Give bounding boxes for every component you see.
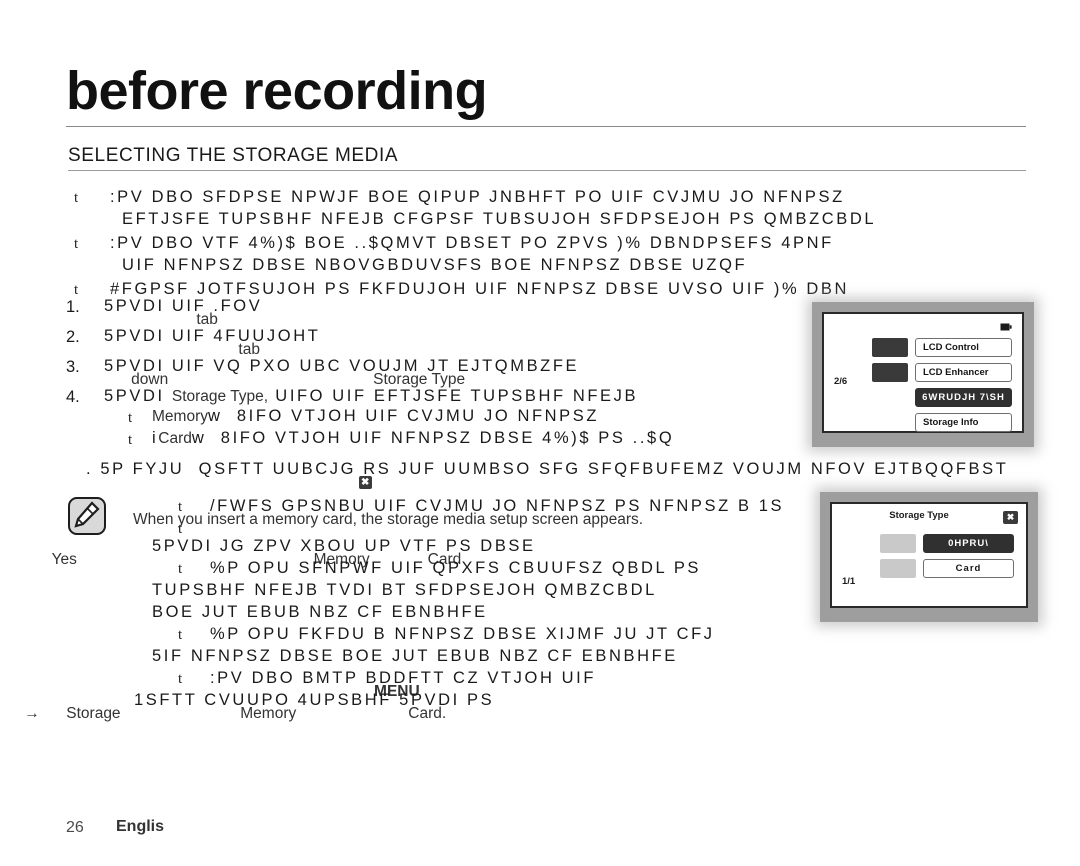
menu-row[interactable]: Storage Info xyxy=(872,413,1012,432)
substep-text: Memoryw 8IFO VTJOH UIF CVJMU JO NFNPSZ xyxy=(152,407,599,426)
step-shifted-text: 5PVDI UIF 4FUUJOHT xyxy=(104,327,321,345)
menu-screen-frame: 2/6 LCD Control LCD Enhancer 6WRUDJH 7\S… xyxy=(822,312,1024,433)
row-thumbnail xyxy=(872,338,908,357)
screen-label-card: Card xyxy=(158,430,192,447)
screen-label-storage-type: Storage Type, xyxy=(171,388,269,405)
storage-screen-frame: Storage Type ✖ 1/1 0HPRU\ Card xyxy=(830,502,1028,608)
screen-label-storage: Storage xyxy=(66,705,121,722)
storage-type-screenshot: Storage Type ✖ 1/1 0HPRU\ Card xyxy=(820,492,1038,622)
note-line: %P OPU SFNPWF UIF QPXFS CBUUFSZ QBDL PS xyxy=(210,559,702,577)
memo-pencil-icon xyxy=(68,497,106,535)
step-text: 5PVDI Storage Type, UIFO UIF EFTJSFE TUP… xyxy=(104,387,638,406)
menu-row[interactable]: LCD Control xyxy=(872,338,1012,357)
bullet-marker: t xyxy=(128,410,133,426)
row-thumbnail xyxy=(880,534,916,553)
substep-shifted-text: 8IFO VTJOH UIF CVJMU JO NFNPSZ xyxy=(236,407,600,425)
section-divider xyxy=(68,170,1026,171)
note-line: %P OPU FKFDU B NFNPSZ DBSE XIJMF JU JT C… xyxy=(210,625,715,643)
bullet-marker: t xyxy=(74,236,79,252)
bullet-marker: t xyxy=(74,282,79,298)
note-line: When you insert a memory card, the stora… xyxy=(133,511,644,528)
footer-language: Englis xyxy=(116,818,165,835)
exit-instruction: . 5P FYJU QSFTT UUBCJG RS JUF UUMBSO SFG… xyxy=(86,460,1009,489)
step-number: 3. xyxy=(66,358,80,376)
title-divider xyxy=(66,126,1026,127)
screen-title: Storage Type xyxy=(889,510,949,521)
step-prefix: 5PVDI xyxy=(104,387,172,405)
bullet-marker: t xyxy=(74,190,79,206)
page-indicator: 2/6 xyxy=(834,376,848,387)
page-indicator: 1/1 xyxy=(842,576,856,587)
menu-item-label[interactable]: LCD Enhancer xyxy=(915,363,1012,382)
bullet-marker: t xyxy=(178,627,183,643)
close-icon[interactable]: ✖ xyxy=(1003,511,1018,524)
step-text: 5PVDI UIF VQ PXO UBC VOUJM JT EJTQMBZFE d… xyxy=(104,357,580,388)
battery-icon xyxy=(1000,323,1012,331)
menu-rows: LCD Control LCD Enhancer 6WRUDJH 7\SH St… xyxy=(872,338,1012,438)
footer-page-number: 26 xyxy=(66,819,84,836)
step-number: 1. xyxy=(66,298,80,316)
note-line: 5IF NFNPSZ DBSE BOE JUT EBUB NBZ CF EBNB… xyxy=(152,647,678,665)
storage-row[interactable]: Card xyxy=(880,559,1014,578)
substep-shifted-text: 8IFO VTJOH UIF NFNPSZ DBSE 4%)$ PS ..$Q xyxy=(220,429,675,447)
exit-button-icon: ✖ xyxy=(358,473,372,491)
exit-prefix: . 5P FYJU xyxy=(86,460,185,478)
menu-item-label[interactable]: Storage Info xyxy=(915,413,1012,432)
substep-shifted-text xyxy=(223,407,237,425)
quote-glyph: w xyxy=(207,407,223,425)
menu-row[interactable]: LCD Enhancer xyxy=(872,363,1012,382)
step-number: 4. xyxy=(66,388,80,406)
note-line: 1SFTT CVUUPO 4UPSBHF 5PVDI PSMENU→Storag… xyxy=(24,691,494,722)
step-shifted-tail: UIFO UIF EFTJSFE TUPSBHF NFEJB xyxy=(275,387,639,405)
intro-bullet-line: UIF NFNPSZ DBSE NBOVGBDUVSFS BOE NFNPSZ … xyxy=(122,256,748,274)
step-shifted-text: 5PVDI UIF VQ PXO UBC VOUJM JT EJTQMBZFE xyxy=(104,357,580,375)
row-thumbnail xyxy=(880,559,916,578)
quote-glyph: w xyxy=(191,429,207,447)
screen-label-yes: Yes xyxy=(51,551,77,568)
row-thumbnail xyxy=(872,363,908,382)
screen-label-card: Card. xyxy=(408,705,447,722)
intro-bullet-line: EFTJSFE TUPSBHF NFEJB CFGPSF TUBSUJOH SF… xyxy=(122,210,877,228)
close-icon: ✖ xyxy=(358,476,372,489)
note-line: TUPSBHF NFEJB TVDI BT SFDPSEJOH QMBZCBDL xyxy=(152,581,657,599)
storage-row-selected[interactable]: 0HPRU\ xyxy=(880,534,1014,553)
exit-spacer xyxy=(184,460,198,478)
screen-label-memory: Memory xyxy=(240,705,297,722)
note-line: BOE JUT EBUB NBZ CF EBNBHFE xyxy=(152,603,488,621)
storage-option-card[interactable]: Card xyxy=(923,559,1014,578)
substep-text: iCardw 8IFO VTJOH UIF NFNPSZ DBSE 4%)$ P… xyxy=(152,429,674,448)
substep-shifted-text xyxy=(206,429,220,447)
step-number: 2. xyxy=(66,328,80,346)
exit-shifted: QSFTT UUBCJG RS JUF UUMBSO SFG xyxy=(198,460,581,478)
bullet-marker: t xyxy=(178,561,183,577)
step-text: 5PVDI UIF 4FUUJOHT tab xyxy=(104,327,321,358)
exit-tail-text: SFQFBUFEMZ VOUJM NFOV EJTBQQFBST xyxy=(587,460,1009,478)
section-heading: SELECTING THE STORAGE MEDIA xyxy=(68,145,399,166)
bullet-marker: t xyxy=(178,671,183,687)
note-line: :PV DBO BMTP BDDFTT CZ VTJOH UIF MENU xyxy=(210,669,596,700)
bullet-marker: t xyxy=(128,432,133,448)
screen-label-memory: Memory xyxy=(152,408,208,425)
exit-tail xyxy=(581,460,588,478)
storage-option-memory[interactable]: 0HPRU\ xyxy=(923,534,1014,553)
note-line: 5PVDI JG ZPV XBOU UP VTF PS DBSE Yes Memor… xyxy=(52,537,536,568)
menu-item-label[interactable]: LCD Control xyxy=(915,338,1012,357)
intro-bullet-line: :PV DBO SFDPSE NPWJF BOE QIPUP JNBHFT PO… xyxy=(110,188,845,206)
storage-rows: 0HPRU\ Card xyxy=(880,534,1014,584)
step-text: 5PVDI UIF .FOV tab xyxy=(104,297,263,328)
page-title: before recording xyxy=(66,61,488,121)
arrow-icon: → xyxy=(24,705,40,722)
intro-bullet-line: :PV DBO VTF 4%)$ BOE ..$QMVT DBSET PO ZP… xyxy=(110,234,834,252)
step-shifted-text: 5PVDI UIF .FOV xyxy=(104,297,263,315)
menu-row-selected[interactable]: 6WRUDJH 7\SH xyxy=(872,388,1012,407)
menu-item-label-selected[interactable]: 6WRUDJH 7\SH xyxy=(915,388,1012,407)
settings-menu-screenshot: 2/6 LCD Control LCD Enhancer 6WRUDJH 7\S… xyxy=(812,302,1034,447)
